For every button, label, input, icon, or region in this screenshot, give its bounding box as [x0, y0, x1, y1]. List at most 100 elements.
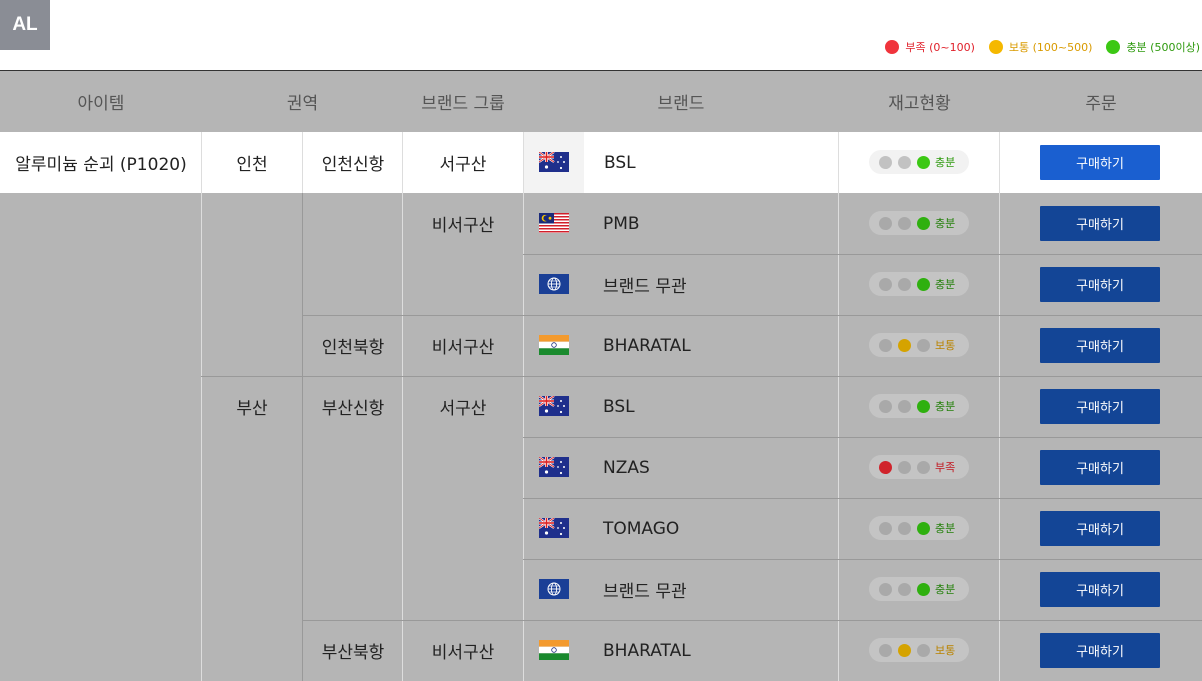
stock-status-badge: 보통: [869, 638, 969, 662]
brand-name: 브랜드 무관: [603, 277, 687, 297]
globe-flag-icon: [539, 579, 569, 599]
buy-button[interactable]: 구매하기: [1040, 328, 1160, 363]
yellow-dot-icon: [988, 40, 1003, 54]
buy-button[interactable]: 구매하기: [1040, 389, 1160, 424]
green-dot-icon: [1106, 40, 1121, 54]
legend-medium-label: 보통 (100~500): [1008, 41, 1093, 54]
low-level-dot-icon: [879, 338, 892, 352]
region-incheon: 인천: [236, 155, 268, 175]
in-flag-icon: [539, 335, 569, 355]
globe-flag-icon: [539, 274, 569, 294]
medium-level-dot-icon: [898, 277, 911, 291]
stock-legend: 부족 (0~100) 보통 (100~500) 충분 (500이상): [871, 39, 1200, 55]
region-busan: 부산: [236, 399, 268, 419]
group-western: 서구산: [439, 399, 487, 419]
high-level-dot-icon: [917, 155, 930, 169]
au-flag-icon: [538, 456, 569, 477]
high-level-dot-icon: [917, 521, 930, 535]
divider: [838, 132, 839, 681]
stock-status-badge: 충분: [869, 150, 969, 174]
header-stock: 재고현황: [839, 71, 1000, 132]
stock-label: 부족: [935, 461, 956, 474]
high-level-dot-icon: [917, 643, 930, 657]
high-level-dot-icon: [917, 460, 930, 474]
low-level-dot-icon: [879, 460, 892, 474]
port-incheon-north: 인천북항: [321, 338, 385, 358]
divider: [302, 193, 303, 681]
legend-medium: 보통 (100~500): [988, 39, 1093, 55]
group-western: 서구산: [439, 155, 487, 175]
legend-low: 부족 (0~100): [885, 39, 975, 55]
buy-button[interactable]: 구매하기: [1040, 267, 1160, 302]
au-flag-icon: [538, 395, 569, 416]
stock-status-badge: 보통: [869, 333, 969, 357]
item-name: 알루미늄 순괴 (P1020): [15, 155, 187, 175]
stock-status-badge: 충분: [869, 394, 969, 418]
stock-label: 충분: [935, 583, 956, 596]
stock-label: 충분: [935, 156, 956, 169]
legend-low-label: 부족 (0~100): [905, 41, 975, 54]
legend-high: 충분 (500이상): [1106, 39, 1200, 55]
low-level-dot-icon: [879, 399, 892, 413]
inventory-table: 아이템 권역 브랜드 그룹 브랜드 재고현황 주문 알루미늄 순괴 (P1020…: [0, 70, 1202, 681]
stock-status-badge: 충분: [869, 516, 969, 540]
medium-level-dot-icon: [898, 460, 911, 474]
stock-label: 충분: [935, 278, 956, 291]
stock-status-badge: 충분: [869, 211, 969, 235]
stock-label: 보통: [935, 339, 956, 352]
header-order: 주문: [1000, 71, 1202, 132]
divider: [999, 132, 1000, 681]
medium-level-dot-icon: [898, 216, 911, 230]
buy-button[interactable]: 구매하기: [1040, 572, 1160, 607]
medium-level-dot-icon: [898, 338, 911, 352]
stock-label: 충분: [935, 217, 956, 230]
low-level-dot-icon: [879, 277, 892, 291]
au-flag-icon: [538, 517, 569, 538]
low-level-dot-icon: [879, 582, 892, 596]
low-level-dot-icon: [879, 216, 892, 230]
medium-level-dot-icon: [898, 399, 911, 413]
red-dot-icon: [885, 40, 900, 54]
stock-status-badge: 충분: [869, 577, 969, 601]
brand-name: PMB: [603, 213, 640, 234]
buy-button[interactable]: 구매하기: [1040, 450, 1160, 485]
buy-button[interactable]: 구매하기: [1040, 145, 1160, 180]
buy-button[interactable]: 구매하기: [1040, 511, 1160, 546]
brand-name: BHARATAL: [603, 335, 691, 356]
high-level-dot-icon: [917, 277, 930, 291]
port-busan-new: 부산신항: [321, 399, 385, 419]
high-level-dot-icon: [917, 399, 930, 413]
stock-label: 충분: [935, 522, 956, 535]
header-region: 권역: [202, 71, 403, 132]
high-level-dot-icon: [917, 338, 930, 352]
stock-status-badge: 부족: [869, 455, 969, 479]
low-level-dot-icon: [879, 521, 892, 535]
low-level-dot-icon: [879, 155, 892, 169]
brand-name: NZAS: [603, 457, 650, 478]
brand-name: BSL: [603, 396, 635, 417]
buy-button[interactable]: 구매하기: [1040, 206, 1160, 241]
header-item: 아이템: [0, 71, 202, 132]
medium-level-dot-icon: [898, 155, 911, 169]
low-level-dot-icon: [879, 643, 892, 657]
brand-name: BHARATAL: [603, 640, 691, 661]
stock-label: 충분: [935, 400, 956, 413]
medium-level-dot-icon: [898, 521, 911, 535]
app-logo[interactable]: AL: [0, 0, 50, 50]
group-non-western: 비서구산: [431, 338, 495, 358]
au-flag-icon: [538, 151, 569, 172]
brand-name: 브랜드 무관: [603, 582, 687, 602]
stock-label: 보통: [935, 644, 956, 657]
high-level-dot-icon: [917, 582, 930, 596]
brand-name: BSL: [604, 152, 636, 173]
group-non-western: 비서구산: [431, 216, 495, 236]
in-flag-icon: [539, 640, 569, 660]
port-busan-north: 부산북항: [321, 643, 385, 663]
brand-name: TOMAGO: [603, 518, 680, 539]
legend-high-label: 충분 (500이상): [1126, 41, 1200, 54]
header-brand-group: 브랜드 그룹: [403, 71, 523, 132]
buy-button[interactable]: 구매하기: [1040, 633, 1160, 668]
my-flag-icon: [539, 213, 569, 233]
stock-status-badge: 충분: [869, 272, 969, 296]
medium-level-dot-icon: [898, 582, 911, 596]
